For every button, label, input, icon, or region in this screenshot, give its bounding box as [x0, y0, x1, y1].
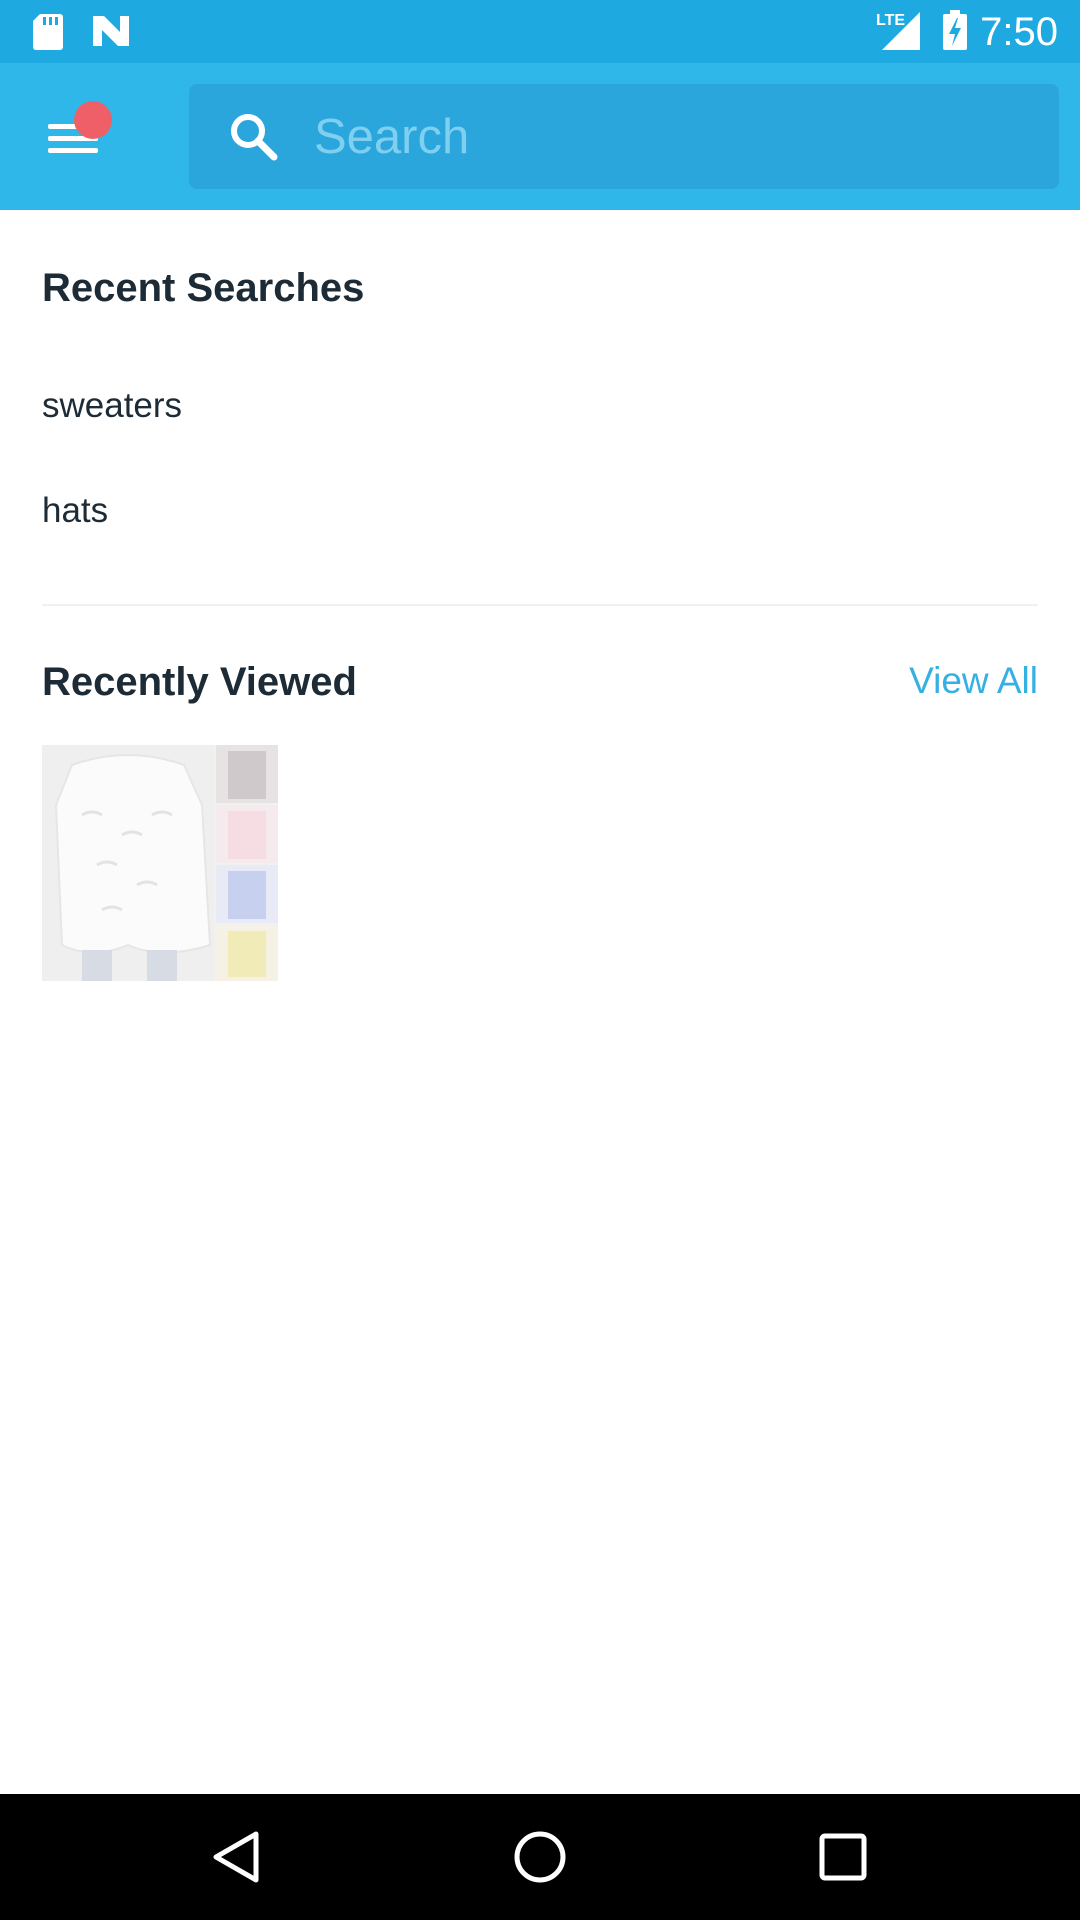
n-logo-icon: [93, 16, 129, 46]
search-input[interactable]: [314, 84, 1034, 189]
clock: 7:50: [980, 10, 1058, 54]
recently-viewed-product-thumbnail[interactable]: [42, 745, 278, 981]
signal-icon: [882, 12, 920, 50]
view-all-link[interactable]: View All: [909, 660, 1038, 702]
menu-button[interactable]: [40, 101, 112, 171]
notification-badge: [74, 101, 112, 139]
network-type-label: LTE: [876, 12, 906, 29]
recents-icon[interactable]: [808, 1822, 878, 1892]
home-icon[interactable]: [505, 1822, 575, 1892]
recent-searches-title: Recent Searches: [42, 266, 365, 310]
product-image: [42, 745, 278, 981]
navigation-bar: [0, 1794, 1080, 1920]
sd-card-icon: [33, 14, 63, 50]
search-bar[interactable]: [189, 84, 1059, 189]
back-icon[interactable]: [202, 1822, 272, 1892]
app-bar: [0, 63, 1080, 210]
recently-viewed-title: Recently Viewed: [42, 660, 357, 704]
recent-search-item[interactable]: hats: [42, 491, 108, 531]
battery-charging-icon: [943, 10, 967, 50]
search-icon: [231, 114, 278, 161]
section-divider: [42, 604, 1038, 606]
recent-search-item[interactable]: sweaters: [42, 386, 182, 426]
status-bar: LTE 7:50: [0, 0, 1080, 63]
